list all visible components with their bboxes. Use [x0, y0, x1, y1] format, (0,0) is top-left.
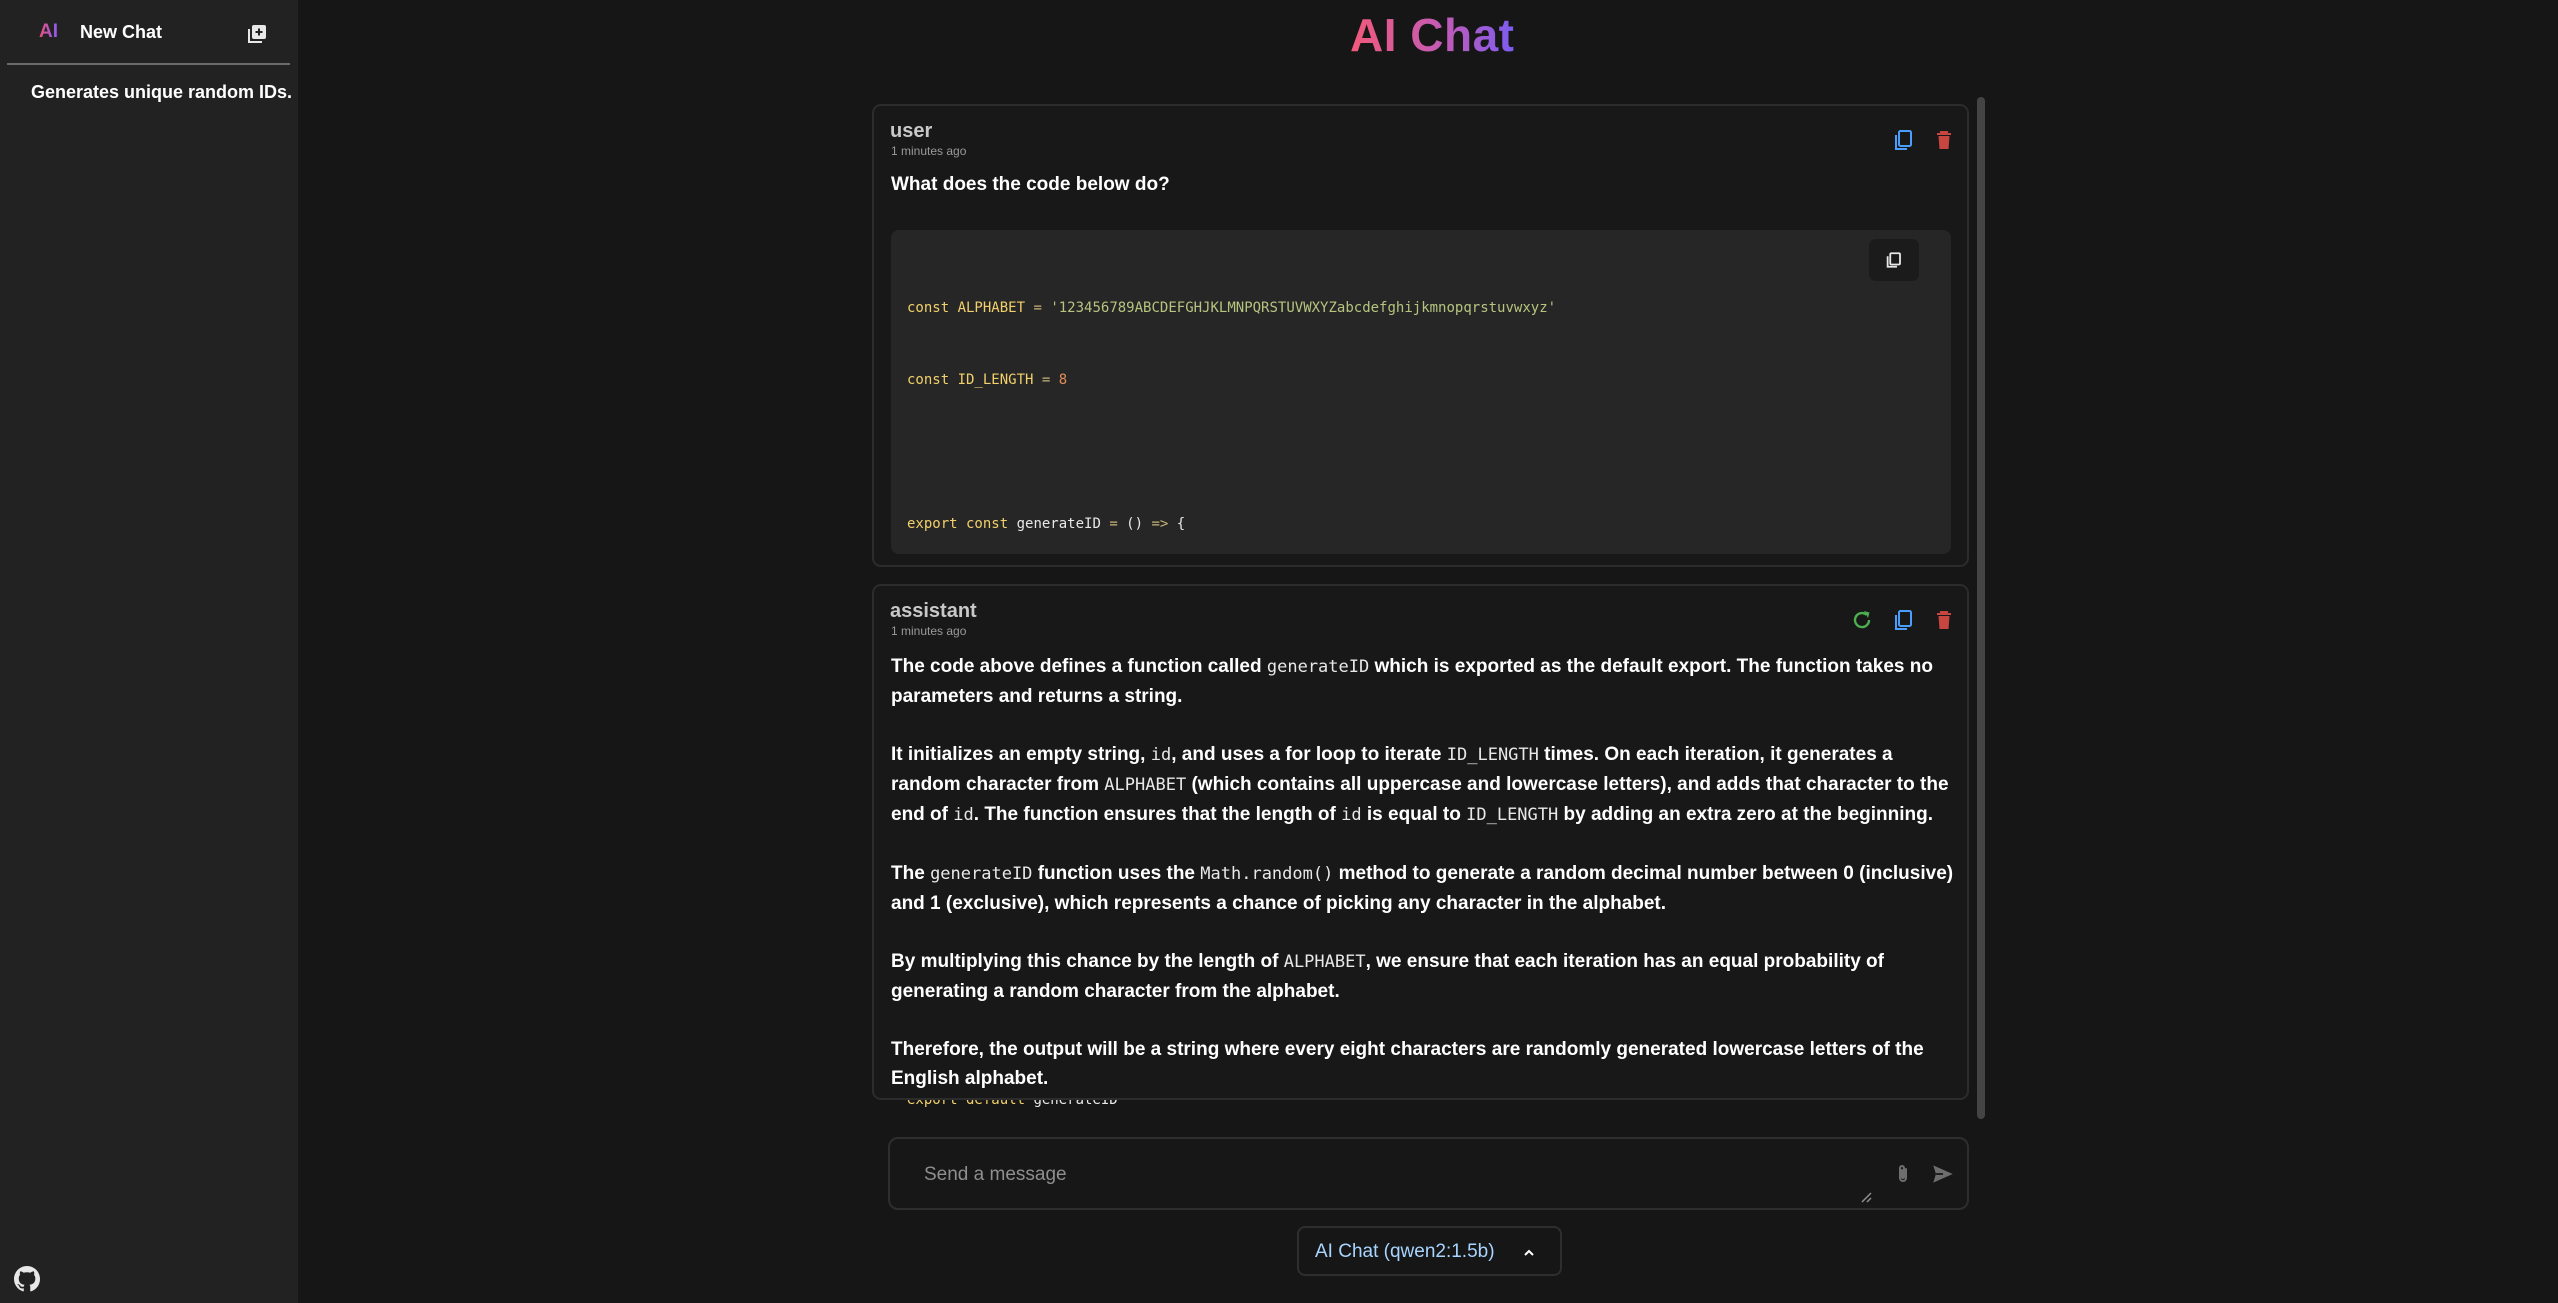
message-timestamp: 1 minutes ago: [891, 624, 967, 638]
code-line: const ALPHABET = '123456789ABCDEFGHJKLMN…: [907, 300, 1557, 316]
copy-icon[interactable]: [1892, 128, 1916, 152]
message-timestamp: 1 minutes ago: [891, 144, 967, 158]
inline-code: id: [1341, 805, 1362, 825]
inline-code: generateID: [1266, 657, 1370, 677]
message-composer: [888, 1137, 1969, 1210]
answer-paragraph: By multiplying this chance by the length…: [891, 951, 1884, 1002]
model-selector-button[interactable]: AI Chat (qwen2:1.5b): [1297, 1226, 1562, 1276]
resize-handle-icon[interactable]: [1858, 1189, 1872, 1203]
message-role: user: [890, 120, 933, 142]
attach-icon[interactable]: [1891, 1161, 1915, 1187]
inline-code: ALPHABET: [1104, 775, 1187, 795]
message-input[interactable]: [924, 1159, 1854, 1191]
code-line: const ID_LENGTH = 8: [907, 372, 1068, 388]
model-selector-label: AI Chat (qwen2:1.5b): [1315, 1241, 1495, 1262]
copy-code-icon: [1886, 252, 1901, 268]
new-chat-label[interactable]: New Chat: [80, 22, 162, 43]
answer-paragraph: It initializes an empty string, id, and …: [891, 744, 1949, 825]
page-title: AI Chat: [1350, 9, 1515, 61]
inline-code: Math.random(): [1200, 864, 1334, 884]
inline-code: id: [1150, 745, 1172, 765]
copy-code-button[interactable]: [1869, 239, 1919, 281]
chevron-up-icon: [1524, 1249, 1534, 1256]
answer-paragraph: Therefore, the output will be a string w…: [891, 1039, 1924, 1089]
delete-icon[interactable]: [1932, 608, 1956, 632]
message-card-user: user 1 minutes ago What does the code be…: [872, 104, 1969, 1108]
assistant-answer: The code above defines a function called…: [891, 652, 1956, 1093]
inline-code: generateID: [930, 864, 1033, 884]
inline-code: ALPHABET: [1283, 952, 1366, 972]
inline-code: ID_LENGTH: [1466, 805, 1559, 825]
message-card-assistant: assistant 1 minutes ago The code above d…: [872, 584, 1969, 1100]
delete-icon[interactable]: [1932, 128, 1956, 152]
code-block: const ALPHABET = '123456789ABCDEFGHJKLMN…: [891, 230, 1951, 1108]
sidebar-header: AI New Chat: [7, 0, 290, 65]
answer-paragraph: The code above defines a function called…: [891, 656, 1933, 707]
code-line: export const generateID = () => {: [907, 516, 1186, 532]
message-role: assistant: [890, 600, 977, 622]
new-chat-icon[interactable]: [247, 24, 267, 44]
inline-code: id: [953, 805, 974, 825]
github-icon[interactable]: [14, 1266, 40, 1292]
app-logo: AI: [39, 21, 58, 42]
sidebar: AI New Chat Generates unique random IDs.: [0, 0, 298, 1303]
regenerate-icon[interactable]: [1850, 608, 1874, 632]
inline-code: ID_LENGTH: [1446, 745, 1539, 765]
answer-paragraph: The generateID function uses the Math.ra…: [891, 863, 1954, 914]
copy-icon[interactable]: [1892, 608, 1916, 632]
sidebar-item-chat[interactable]: Generates unique random IDs.: [31, 82, 292, 103]
scrollbar-thumb[interactable]: [1977, 97, 1985, 1119]
send-icon[interactable]: [1930, 1161, 1956, 1187]
message-text: What does the code below do?: [891, 174, 1170, 195]
